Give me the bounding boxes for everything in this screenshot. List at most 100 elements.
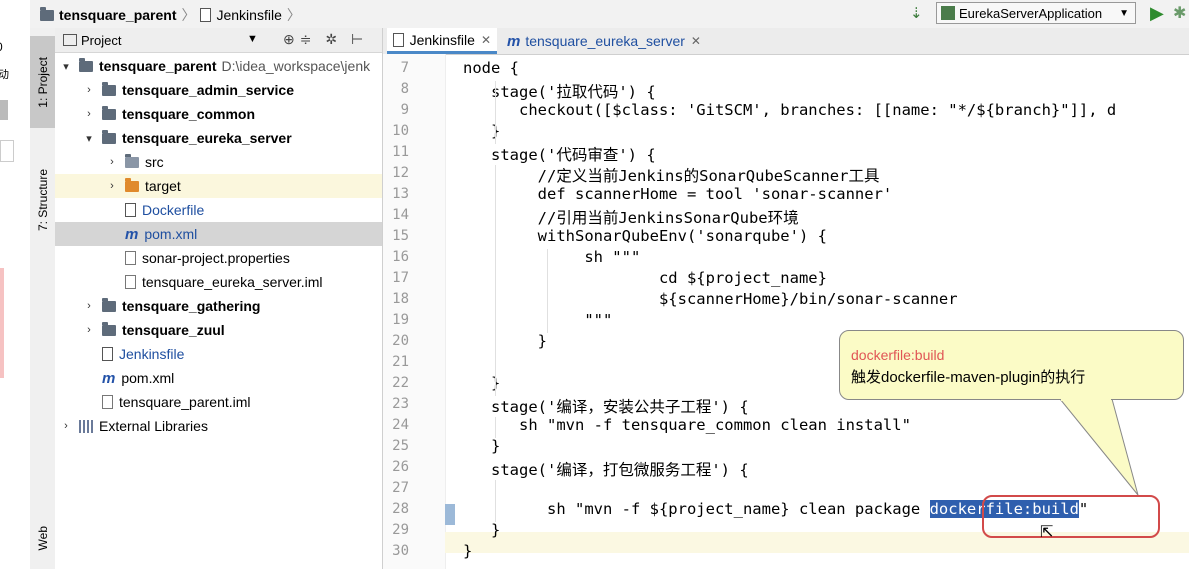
breadcrumb-separator: 〉 — [181, 7, 196, 23]
module-folder-icon — [102, 321, 116, 336]
tree-item[interactable]: sonar-project.properties — [55, 246, 382, 270]
project-panel-title[interactable]: Project — [81, 33, 121, 48]
panel-tools[interactable]: ⊕≑ ✲ ⊢ — [283, 31, 368, 48]
chevron-down-icon[interactable]: ▾ — [59, 60, 73, 73]
code-line[interactable]: sh "mvn -f tensquare_common clean instal… — [463, 416, 911, 434]
callout-bubble — [839, 330, 1184, 400]
tree-item[interactable]: tensquare_eureka_server.iml — [55, 270, 382, 294]
line-number: 23 — [392, 396, 409, 412]
tab-web[interactable]: Web — [30, 498, 55, 578]
build-icon[interactable]: ⇣ — [910, 4, 923, 22]
folder-icon — [125, 153, 139, 168]
code-text: checkout([$class: 'GitSCM', branches: [[… — [463, 101, 1117, 119]
tree-item[interactable]: m pom.xml — [55, 366, 382, 390]
tree-item[interactable]: Jenkinsfile — [55, 342, 382, 366]
tree-item-label: tensquare_eureka_server — [122, 130, 292, 146]
tab-jenkinsfile[interactable]: Jenkinsfile ✕ — [387, 28, 497, 54]
mouse-cursor-icon: ⇱ — [1040, 524, 1054, 541]
debug-icon[interactable]: ✱ — [1173, 3, 1186, 23]
code-line[interactable]: } — [463, 332, 547, 350]
breadcrumb-separator: 〉 — [286, 7, 301, 23]
chevron-down-icon[interactable]: ▾ — [82, 132, 96, 145]
tab-structure[interactable]: 7: Structure — [30, 140, 55, 260]
tree-item[interactable]: › External Libraries — [55, 414, 382, 438]
module-folder-icon — [79, 57, 93, 72]
code-line[interactable]: //引用当前JenkinsSonarQube环境 — [463, 206, 799, 228]
code-line[interactable]: def scannerHome = tool 'sonar-scanner' — [463, 185, 893, 203]
code-line[interactable]: checkout([$class: 'GitSCM', branches: [[… — [463, 101, 1116, 119]
code-area[interactable]: node { stage('拉取代码') { checkout([$class:… — [445, 54, 1189, 569]
chevron-right-icon[interactable]: › — [82, 324, 96, 336]
run-icon[interactable]: ▶ — [1150, 3, 1164, 24]
tree-item-label: sonar-project.properties — [142, 250, 290, 266]
tree-item[interactable]: Dockerfile — [55, 198, 382, 222]
code-line[interactable]: ${scannerHome}/bin/sonar-scanner — [463, 290, 958, 308]
tree-item[interactable]: › tensquare_zuul — [55, 318, 382, 342]
module-folder-icon — [102, 129, 116, 144]
chevron-right-icon[interactable]: › — [82, 300, 96, 312]
chevron-right-icon[interactable]: › — [105, 180, 119, 192]
maven-icon: m — [507, 32, 521, 50]
chevron-right-icon[interactable]: › — [82, 108, 96, 120]
code-line[interactable]: stage('拉取代码') { — [463, 80, 656, 102]
tree-item[interactable]: › tensquare_gathering — [55, 294, 382, 318]
code-text: stage('编译，打包微服务工程') { — [463, 461, 749, 479]
close-icon[interactable]: ✕ — [691, 34, 701, 48]
breadcrumb-file[interactable]: Jenkinsfile — [216, 7, 281, 23]
tree-item[interactable]: m pom.xml — [55, 222, 382, 246]
code-line[interactable]: stage('编译，打包微服务工程') { — [463, 458, 749, 480]
line-number: 21 — [392, 354, 409, 370]
code-line[interactable]: node { — [463, 59, 519, 77]
chevron-right-icon[interactable]: › — [105, 156, 119, 168]
chevron-right-icon[interactable]: › — [59, 420, 73, 432]
tree-item[interactable]: › tensquare_admin_service — [55, 78, 382, 102]
line-number: 29 — [392, 522, 409, 538]
line-number: 13 — [392, 186, 409, 202]
code-line[interactable]: stage('编译，安装公共子工程') { — [463, 395, 749, 417]
left-edge-window: 0 动 — [0, 0, 31, 569]
code-text: sh "mvn -f ${project_name} clean package — [463, 500, 930, 518]
run-configuration-select[interactable]: EurekaServerApplication ▼ — [936, 2, 1136, 24]
tree-item[interactable]: › src — [55, 150, 382, 174]
code-line[interactable]: } — [463, 521, 500, 539]
edge-text-2: 动 — [0, 69, 9, 81]
tree-item[interactable]: ▾ tensquare_parent D:\idea_workspace\jenk — [55, 54, 382, 78]
tab-jenkinsfile-label: Jenkinsfile — [409, 31, 475, 48]
code-text: node { — [463, 59, 519, 77]
tab-project-label: 1: Project — [35, 56, 50, 108]
chevron-right-icon[interactable]: › — [82, 84, 96, 96]
module-folder-icon — [102, 297, 116, 312]
code-line[interactable]: sh """ — [463, 248, 640, 266]
module-folder-icon — [102, 81, 116, 96]
tab-eureka-label: tensquare_eureka_server — [525, 33, 685, 49]
code-line[interactable]: withSonarQubeEnv('sonarqube') { — [463, 227, 827, 245]
tree-item[interactable]: tensquare_parent.iml — [55, 390, 382, 414]
code-line[interactable]: stage('代码审查') { — [463, 143, 656, 165]
close-icon[interactable]: ✕ — [481, 33, 491, 47]
code-line[interactable]: cd ${project_name} — [463, 269, 827, 287]
tab-tensquare-eureka-server[interactable]: m tensquare_eureka_server ✕ — [501, 28, 706, 54]
tree-item-label: tensquare_admin_service — [122, 82, 294, 98]
indent-guide — [495, 165, 496, 396]
indent-guide — [495, 480, 496, 522]
code-line[interactable]: """ — [463, 311, 612, 329]
code-line[interactable]: } — [463, 437, 500, 455]
breadcrumb-project[interactable]: tensquare_parent — [59, 7, 176, 23]
callout-title: dockerfile:build — [851, 347, 945, 363]
tab-web-label: Web — [35, 525, 50, 551]
line-number: 28 — [392, 501, 409, 517]
line-number: 24 — [392, 417, 409, 433]
module-folder-icon — [40, 6, 54, 21]
editor-tab-bar: Jenkinsfile ✕ m tensquare_eureka_server … — [383, 28, 1189, 55]
tree-item[interactable]: ▾ tensquare_eureka_server — [55, 126, 382, 150]
code-line[interactable]: //定义当前Jenkins的SonarQubeScanner工具 — [463, 164, 880, 186]
line-number: 9 — [400, 102, 409, 118]
code-line[interactable]: } — [463, 542, 472, 560]
code-text: } — [463, 521, 501, 539]
properties-icon — [125, 251, 136, 265]
tab-project[interactable]: 1: Project — [30, 36, 55, 128]
line-number: 17 — [392, 270, 409, 286]
tree-item[interactable]: › target — [55, 174, 382, 198]
tree-item[interactable]: › tensquare_common — [55, 102, 382, 126]
chevron-down-icon[interactable]: ▼ — [247, 33, 258, 45]
